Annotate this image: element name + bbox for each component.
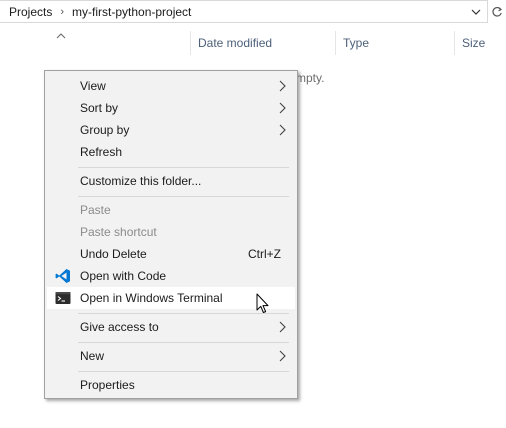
menu-item-label: Paste shortcut <box>80 225 157 239</box>
menu-item-shortcut: Ctrl+Z <box>248 247 281 261</box>
chevron-down-icon[interactable] <box>469 4 483 20</box>
breadcrumb-projects[interactable]: Projects <box>0 5 52 19</box>
menu-item-label: Properties <box>80 378 135 392</box>
empty-folder-message: mpty. <box>296 71 325 85</box>
menu-item-open-with-code[interactable]: Open with Code <box>47 265 295 287</box>
mouse-cursor-icon <box>256 293 269 313</box>
breadcrumb-current-folder[interactable]: my-first-python-project <box>72 5 191 19</box>
column-header-type[interactable]: Type <box>336 31 454 55</box>
menu-item-undo-delete[interactable]: Undo Delete Ctrl+Z <box>47 243 295 265</box>
menu-item-label: Open with Code <box>80 269 167 283</box>
submenu-arrow-icon <box>279 102 286 114</box>
menu-item-label: View <box>80 79 106 93</box>
menu-item-paste: Paste <box>47 199 295 221</box>
menu-item-label: Customize this folder... <box>80 174 202 188</box>
menu-item-sort-by[interactable]: Sort by <box>47 97 295 119</box>
context-menu: View Sort by Group by Refresh Customize … <box>44 70 298 399</box>
menu-item-label: Sort by <box>80 101 119 115</box>
menu-item-give-access-to[interactable]: Give access to <box>47 316 295 338</box>
menu-divider <box>78 371 289 372</box>
column-header-date-modified[interactable]: Date modified <box>191 31 335 55</box>
terminal-icon <box>55 292 71 304</box>
menu-item-label: Undo Delete <box>80 247 147 261</box>
menu-item-label: New <box>80 349 105 363</box>
column-header-size[interactable]: Size <box>455 31 506 55</box>
submenu-arrow-icon <box>279 124 286 136</box>
address-bar[interactable]: Projects › my-first-python-project <box>0 0 488 23</box>
menu-item-label: Paste <box>80 203 111 217</box>
menu-item-label: Give access to <box>80 320 159 334</box>
vscode-icon <box>55 269 70 283</box>
menu-item-label: Refresh <box>80 145 123 159</box>
submenu-arrow-icon <box>279 350 286 362</box>
menu-item-paste-shortcut: Paste shortcut <box>47 221 295 243</box>
menu-item-refresh[interactable]: Refresh <box>47 141 295 163</box>
menu-item-group-by[interactable]: Group by <box>47 119 295 141</box>
submenu-arrow-icon <box>279 321 286 333</box>
menu-item-new[interactable]: New <box>47 345 295 367</box>
menu-item-customize-folder[interactable]: Customize this folder... <box>47 170 295 192</box>
refresh-icon[interactable] <box>488 0 506 23</box>
submenu-arrow-icon <box>279 80 286 92</box>
breadcrumb-separator[interactable]: › <box>52 6 72 18</box>
menu-item-label: Open in Windows Terminal <box>80 291 223 305</box>
menu-divider <box>78 167 289 168</box>
menu-item-properties[interactable]: Properties <box>47 374 295 396</box>
menu-item-label: Group by <box>80 123 130 137</box>
menu-divider <box>78 196 289 197</box>
sort-up-icon <box>56 28 66 42</box>
menu-divider <box>78 342 289 343</box>
menu-item-view[interactable]: View <box>47 75 295 97</box>
